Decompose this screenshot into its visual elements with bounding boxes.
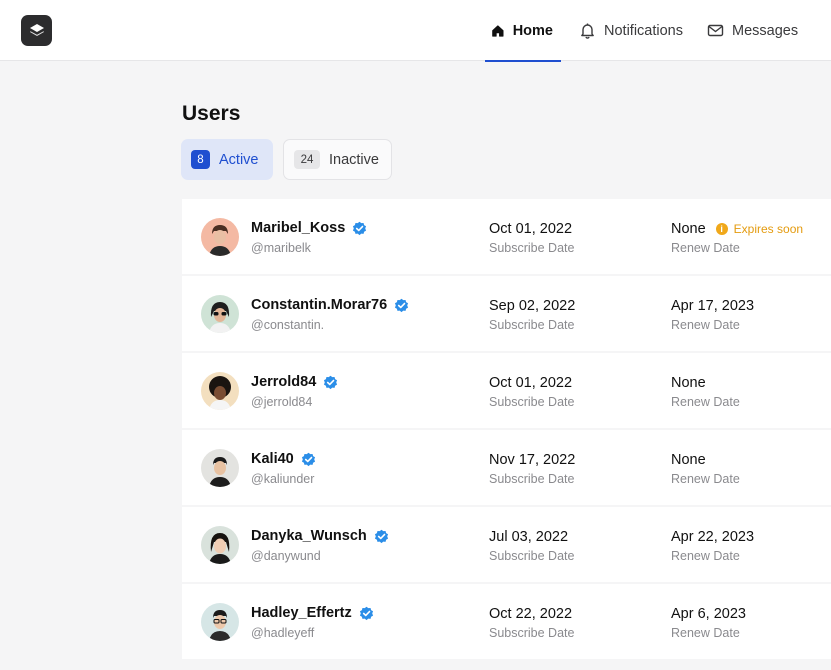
renew-date: Apr 17, 2023 [671, 298, 754, 314]
user-handle: @hadleyeff [251, 626, 315, 640]
avatar[interactable] [201, 372, 239, 410]
verified-badge-icon [324, 375, 338, 389]
subscribe-date: Oct 01, 2022 [489, 375, 573, 391]
renew-date: Apr 22, 2023 [671, 529, 754, 545]
avatar[interactable] [201, 526, 239, 564]
active-count-badge: 8 [191, 150, 210, 169]
avatar[interactable] [201, 295, 239, 333]
renew-date-value: Apr 6, 2023 [671, 606, 746, 622]
user-handle: @maribelk [251, 241, 311, 255]
bell-icon [581, 23, 594, 39]
renew-date: None [671, 452, 706, 468]
nav-messages[interactable]: Messages [701, 0, 806, 61]
user-name[interactable]: Maribel_Koss [251, 220, 367, 236]
top-bar: Home Notifications Messages [0, 0, 831, 62]
app-logo[interactable] [21, 15, 52, 46]
tab-active[interactable]: 8 Active [181, 139, 273, 180]
renew-date-label: Renew Date [671, 626, 740, 640]
nav-home[interactable]: Home [485, 0, 561, 62]
subscribe-date-label: Subscribe Date [489, 626, 575, 640]
verified-badge-icon [359, 606, 373, 620]
user-name[interactable]: Hadley_Effertz [251, 605, 374, 621]
subscribe-date-label: Subscribe Date [489, 472, 575, 486]
expires-soon-text: Expires soon [733, 222, 804, 236]
renew-date-label: Renew Date [671, 472, 740, 486]
mail-icon [707, 24, 724, 37]
avatar[interactable] [201, 603, 239, 641]
user-handle: @constantin. [251, 318, 325, 332]
user-handle: @kaliunder [251, 472, 315, 486]
renew-date-value: None [671, 221, 706, 237]
user-row[interactable]: Jerrold84 @jerrold84 Oct 01, 2022 Subscr… [182, 353, 831, 428]
tab-active-label: Active [219, 151, 259, 168]
user-list: Maribel_Koss @maribelk Oct 01, 2022 Subs… [182, 199, 831, 661]
page-title: Users [182, 102, 241, 125]
nav-messages-label: Messages [731, 22, 799, 39]
subscribe-date: Nov 17, 2022 [489, 452, 576, 468]
home-icon [492, 24, 504, 37]
renew-date-label: Renew Date [671, 318, 740, 332]
layers-icon [29, 23, 44, 36]
subscribe-date-label: Subscribe Date [489, 241, 575, 255]
verified-badge-icon [353, 221, 367, 235]
nav-notifications-label: Notifications [604, 22, 683, 39]
nav-home-label: Home [512, 22, 553, 39]
renew-date-label: Renew Date [671, 241, 740, 255]
renew-date-label: Renew Date [671, 395, 740, 409]
renew-date-value: None [671, 452, 706, 468]
user-name[interactable]: Constantin.Morar76 [251, 297, 409, 313]
renew-date: None [671, 375, 706, 391]
avatar[interactable] [201, 449, 239, 487]
renew-date: Apr 6, 2023 [671, 606, 746, 622]
main-nav: Home Notifications Messages [485, 0, 806, 62]
user-name-text: Maribel_Koss [251, 220, 346, 236]
subscribe-date-label: Subscribe Date [489, 318, 575, 332]
user-handle: @jerrold84 [251, 395, 313, 409]
user-name-text: Kali40 [251, 451, 294, 467]
user-name-text: Jerrold84 [251, 374, 317, 390]
inactive-count-badge: 24 [294, 150, 320, 169]
user-status-tabs: 8 Active 24 Inactive [181, 139, 392, 180]
subscribe-date-label: Subscribe Date [489, 395, 575, 409]
renew-date-label: Renew Date [671, 549, 740, 563]
subscribe-date: Jul 03, 2022 [489, 529, 569, 545]
renew-date: None i Expires soon [671, 221, 803, 237]
user-row[interactable]: Maribel_Koss @maribelk Oct 01, 2022 Subs… [182, 199, 831, 274]
user-name-text: Constantin.Morar76 [251, 297, 388, 313]
info-icon: i [715, 223, 728, 235]
verified-badge-icon [374, 529, 388, 543]
avatar[interactable] [201, 218, 239, 256]
user-row[interactable]: Hadley_Effertz @hadleyeff Oct 22, 2022 S… [182, 584, 831, 659]
verified-badge-icon [301, 452, 315, 466]
tab-inactive[interactable]: 24 Inactive [283, 139, 392, 180]
verified-badge-icon [395, 298, 409, 312]
user-name[interactable]: Danyka_Wunsch [251, 528, 389, 544]
tab-inactive-label: Inactive [329, 151, 379, 168]
user-row[interactable]: Constantin.Morar76 @constantin. Sep 02, … [182, 276, 831, 351]
user-name-text: Hadley_Effertz [251, 605, 352, 621]
subscribe-date: Oct 22, 2022 [489, 606, 573, 622]
user-name-text: Danyka_Wunsch [251, 528, 367, 544]
expires-soon-badge: i Expires soon [715, 222, 804, 236]
renew-date-value: Apr 17, 2023 [671, 298, 755, 314]
subscribe-date: Oct 01, 2022 [489, 221, 573, 237]
nav-notifications[interactable]: Notifications [573, 0, 691, 61]
user-row[interactable]: Danyka_Wunsch @danywund Jul 03, 2022 Sub… [182, 507, 831, 582]
renew-date-value: None [671, 375, 706, 391]
subscribe-date-label: Subscribe Date [489, 549, 575, 563]
user-name[interactable]: Kali40 [251, 451, 316, 467]
renew-date-value: Apr 22, 2023 [671, 529, 755, 545]
subscribe-date: Sep 02, 2022 [489, 298, 576, 314]
user-name[interactable]: Jerrold84 [251, 374, 338, 390]
user-handle: @danywund [251, 549, 321, 563]
user-row[interactable]: Kali40 @kaliunder Nov 17, 2022 Subscribe… [182, 430, 831, 505]
